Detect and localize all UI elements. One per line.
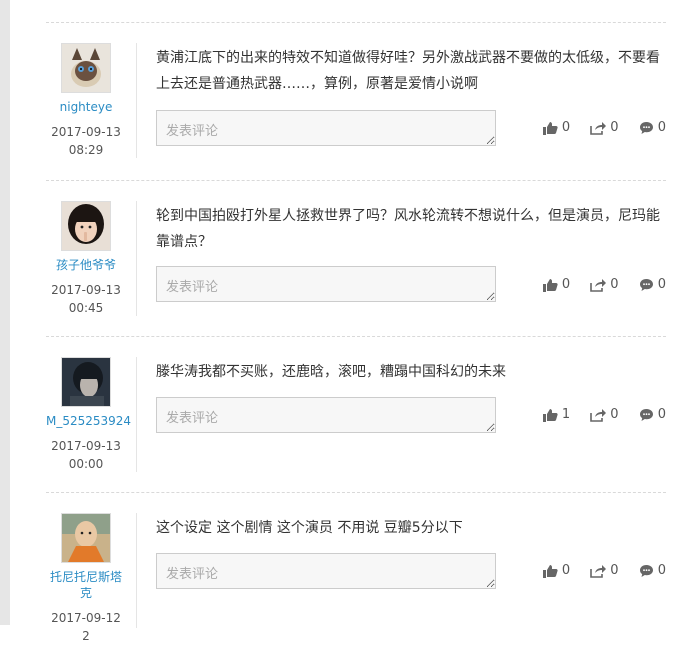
share-count: 0 — [610, 120, 619, 135]
share-button[interactable]: 0 — [590, 120, 619, 135]
comment-item: nighteye 2017-09-13 08:29 黄浦江底下的出来的特效不知道… — [46, 23, 666, 181]
share-button[interactable]: 0 — [590, 563, 619, 578]
reply-button[interactable]: 0 — [639, 277, 666, 292]
username[interactable]: 托尼托尼斯塔克 — [46, 569, 126, 601]
username[interactable]: M_525253924 — [46, 413, 131, 429]
comment-text: 这个设定 这个剧情 这个演员 不用说 豆瓣5分以下 — [156, 520, 463, 536]
avatar[interactable] — [61, 513, 111, 563]
share-icon — [590, 121, 607, 135]
like-button[interactable]: 1 — [542, 407, 570, 422]
left-gutter — [0, 0, 10, 625]
comment-bubble-icon — [639, 278, 653, 291]
reply-count: 0 — [657, 120, 666, 135]
comment-time: 2017-09-13 08:29 — [51, 125, 121, 157]
comment-text: 黄浦江底下的出来的特效不知道做得好哇？另外激战武器不要做的太低级，不要看上去还是… — [156, 50, 660, 92]
avatar[interactable] — [61, 357, 111, 407]
share-count: 0 — [610, 277, 619, 292]
username[interactable]: 孩子他爷爷 — [46, 257, 126, 273]
share-button[interactable]: 0 — [590, 277, 619, 292]
reply-button[interactable]: 0 — [639, 120, 666, 135]
like-count: 1 — [561, 407, 571, 422]
reply-input[interactable] — [156, 397, 496, 433]
reply-count: 0 — [657, 563, 666, 578]
share-count: 0 — [610, 563, 619, 578]
like-count: 0 — [561, 120, 571, 135]
like-count: 0 — [561, 277, 571, 292]
like-count: 0 — [561, 563, 571, 578]
reply-input[interactable] — [156, 110, 496, 146]
comment-actions: 0 0 0 — [526, 277, 666, 296]
comment-bubble-icon — [639, 564, 653, 577]
vertical-divider — [136, 357, 137, 472]
avatar[interactable] — [61, 201, 111, 251]
comment-user: 托尼托尼斯塔克 2017-09-12 2 — [46, 513, 126, 645]
comment-text: 轮到中国拍殴打外星人拯救世界了吗？风水轮流转不想说什么，但是演员，尼玛能靠谱点？ — [156, 208, 660, 250]
vertical-divider — [136, 43, 137, 158]
comment-actions: 1 0 0 — [526, 407, 666, 426]
comment-time: 2017-09-13 00:00 — [51, 439, 121, 471]
like-button[interactable]: 0 — [542, 120, 570, 135]
thumbs-up-icon — [542, 278, 558, 292]
share-button[interactable]: 0 — [590, 407, 619, 422]
comment-user: nighteye 2017-09-13 08:29 — [46, 43, 126, 159]
comment-actions: 0 0 0 — [526, 563, 666, 582]
share-icon — [590, 278, 607, 292]
share-count: 0 — [610, 407, 619, 422]
reply-count: 0 — [657, 277, 666, 292]
like-button[interactable]: 0 — [542, 277, 570, 292]
reply-input[interactable] — [156, 266, 496, 302]
comment-user: M_525253924 2017-09-13 00:00 — [46, 357, 131, 473]
reply-button[interactable]: 0 — [639, 563, 666, 578]
share-icon — [590, 564, 607, 578]
reply-button[interactable]: 0 — [639, 407, 666, 422]
reply-input[interactable] — [156, 553, 496, 589]
comment-time: 2017-09-13 00:45 — [51, 283, 121, 315]
comment-item: 托尼托尼斯塔克 2017-09-12 2 这个设定 这个剧情 这个演员 不用说 … — [46, 493, 666, 643]
comment-actions: 0 0 0 — [526, 120, 666, 139]
comment-user: 孩子他爷爷 2017-09-13 00:45 — [46, 201, 126, 317]
comment-time: 2017-09-12 2 — [51, 611, 121, 643]
thumbs-up-icon — [542, 121, 558, 135]
comment-bubble-icon — [639, 408, 653, 421]
like-button[interactable]: 0 — [542, 563, 570, 578]
thumbs-up-icon — [542, 408, 558, 422]
share-icon — [590, 408, 607, 422]
comment-text: 滕华涛我都不买账，还鹿晗，滚吧，糟蹋中国科幻的未来 — [156, 364, 506, 380]
reply-count: 0 — [657, 407, 666, 422]
vertical-divider — [136, 201, 137, 316]
comment-item: M_525253924 2017-09-13 00:00 滕华涛我都不买账，还鹿… — [46, 337, 666, 493]
avatar[interactable] — [61, 43, 111, 93]
comment-item: 孩子他爷爷 2017-09-13 00:45 轮到中国拍殴打外星人拯救世界了吗？… — [46, 181, 666, 337]
comment-bubble-icon — [639, 121, 653, 134]
username[interactable]: nighteye — [46, 99, 126, 115]
thumbs-up-icon — [542, 564, 558, 578]
vertical-divider — [136, 513, 137, 628]
